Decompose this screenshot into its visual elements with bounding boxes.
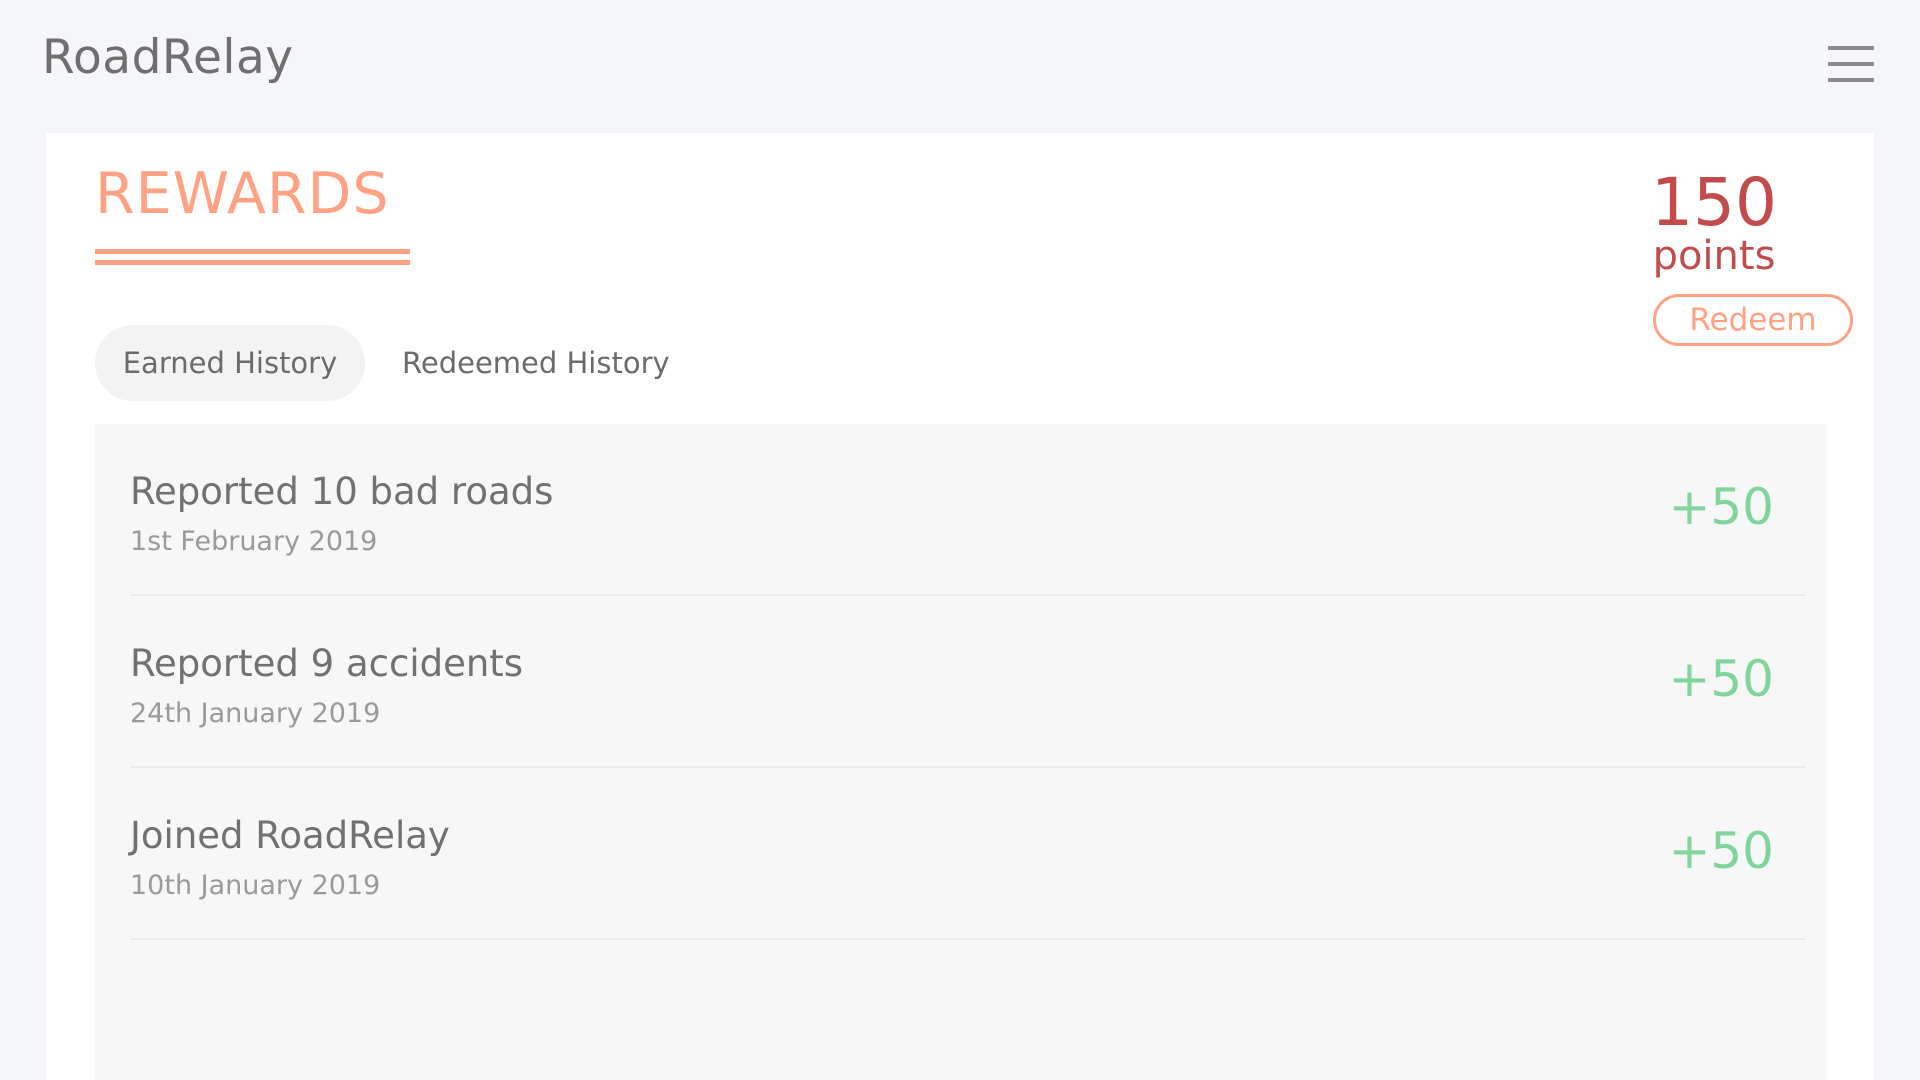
list-item: Reported 10 bad roads 1st February 2019 … bbox=[130, 424, 1806, 596]
history-item-points: +50 bbox=[1668, 822, 1774, 880]
menu-line bbox=[1828, 62, 1874, 66]
history-item-points: +50 bbox=[1668, 650, 1774, 708]
title-double-underline bbox=[95, 249, 410, 265]
history-item-points: +50 bbox=[1668, 478, 1774, 536]
hamburger-menu-icon[interactable] bbox=[1828, 44, 1876, 86]
menu-line bbox=[1828, 46, 1874, 50]
app-logo-text[interactable]: RoadRelay bbox=[42, 30, 294, 85]
points-label: points bbox=[1652, 233, 1776, 279]
redeem-button[interactable]: Redeem bbox=[1653, 294, 1853, 346]
menu-line bbox=[1828, 78, 1874, 82]
tab-earned-history[interactable]: Earned History bbox=[95, 325, 365, 401]
history-item-date: 24th January 2019 bbox=[130, 698, 381, 729]
list-item: Joined RoadRelay 10th January 2019 +50 bbox=[130, 768, 1806, 940]
underline-bar bbox=[95, 249, 410, 254]
underline-bar bbox=[95, 260, 410, 265]
history-item-title: Joined RoadRelay bbox=[130, 814, 450, 857]
tab-redeemed-history[interactable]: Redeemed History bbox=[402, 325, 670, 401]
top-bar: RoadRelay bbox=[0, 0, 1920, 130]
rewards-card: REWARDS 150 points Redeem Earned History… bbox=[46, 133, 1874, 1080]
history-list: Reported 10 bad roads 1st February 2019 … bbox=[95, 424, 1827, 1080]
history-item-date: 1st February 2019 bbox=[130, 526, 378, 557]
history-item-title: Reported 9 accidents bbox=[130, 642, 524, 685]
history-item-date: 10th January 2019 bbox=[130, 870, 381, 901]
list-item: Reported 9 accidents 24th January 2019 +… bbox=[130, 596, 1806, 768]
history-item-title: Reported 10 bad roads bbox=[130, 470, 554, 513]
page-title: REWARDS bbox=[95, 161, 390, 227]
